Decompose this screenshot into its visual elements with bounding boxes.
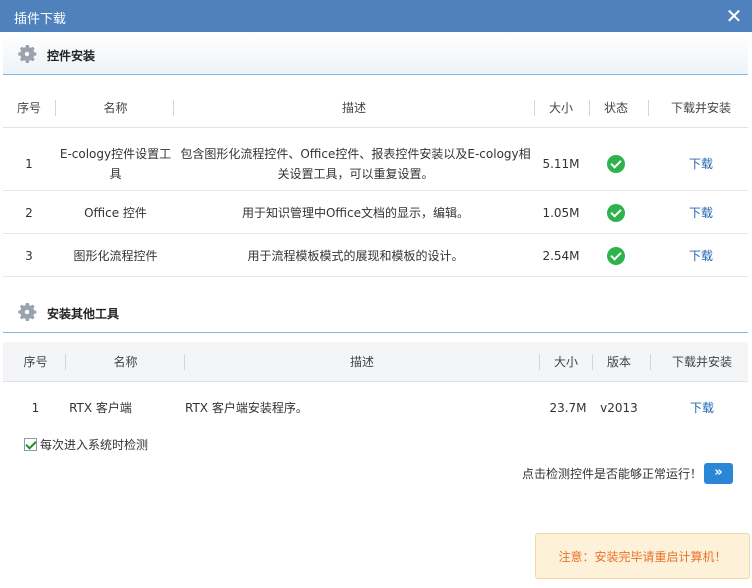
download-link[interactable]: 下载 [651,192,751,234]
auto-detect-label: 每次进入系统时检测 [40,438,149,452]
col-no: 序号 [16,101,41,115]
table-row: 3 图形化流程控件 用于流程模板模式的展现和模板的设计。 2.54M 下载 [3,235,748,277]
window-title: 插件下载 [14,12,67,27]
row-name: E-cology控件设置工具 [59,147,172,181]
row-desc: RTX 客户端安装程序。 [185,401,308,415]
col-name: 名称 [103,101,128,115]
table-row: 1 E-cology控件设置工具 包含图形化流程控件、Office控件、报表控件… [3,137,748,191]
gear-icon [18,45,37,63]
download-link[interactable]: 下载 [651,235,751,277]
col-version: 版本 [606,355,631,369]
table-row: 2 Office 控件 用于知识管理中Office文档的显示，编辑。 1.05M… [3,192,748,234]
table-header: 序号 名称 描述 大小 状态 下载并安装 [3,88,748,128]
table-row: 1 RTX 客户端 RTX 客户端安装程序。 23.7M v2013 下载 [3,388,748,428]
row-size: 2.54M [542,249,580,263]
section-tools-header: 安装其他工具 [3,291,748,333]
col-no: 序号 [23,355,48,369]
row-size: 1.05M [542,206,580,220]
section-controls-title: 控件安装 [47,49,96,63]
row-size: 23.7M [549,401,587,415]
row-no: 1 [25,157,33,171]
section-controls-header: 控件安装 [3,33,748,75]
status-ok-icon [591,137,641,191]
row-name: RTX 客户端 [69,401,132,415]
section-tools-title: 安装其他工具 [47,307,120,321]
row-no: 1 [31,401,40,415]
detect-button[interactable]: » [704,463,733,484]
row-version: v2013 [600,401,638,415]
row-name: Office 控件 [84,206,147,220]
download-link[interactable]: 下载 [651,137,751,191]
row-desc: 包含图形化流程控件、Office控件、报表控件安装以及E-cology相关设置工… [180,147,531,181]
col-name: 名称 [113,355,138,369]
col-size: 大小 [548,101,573,115]
status-ok-icon [591,192,641,234]
status-ok-icon [591,235,641,277]
col-status: 状态 [603,101,628,115]
download-link[interactable]: 下载 [653,388,751,428]
row-desc: 用于流程模板模式的展现和模板的设计。 [247,249,464,263]
row-name: 图形化流程控件 [73,249,158,263]
restart-notice: 注意：安装完毕请重启计算机！ [535,533,750,579]
auto-detect-option[interactable]: 每次进入系统时检测 [24,436,148,453]
col-desc: 描述 [341,101,366,115]
gear-icon [18,303,37,321]
window-titlebar: 插件下载 ✕ [0,0,752,32]
row-no: 2 [25,206,33,220]
auto-detect-checkbox[interactable] [24,438,37,451]
row-size: 5.11M [542,157,580,171]
detect-prompt: 点击检测控件是否能够正常运行！ [522,467,703,481]
close-icon[interactable]: ✕ [724,6,744,26]
row-desc: 用于知识管理中Office文档的显示，编辑。 [241,206,470,220]
col-action: 下载并安装 [671,355,732,369]
col-desc: 描述 [349,355,374,369]
row-no: 3 [25,249,33,263]
table-header: 序号 名称 描述 大小 版本 下载并安装 [3,342,748,382]
col-action: 下载并安装 [670,101,731,115]
col-size: 大小 [553,355,578,369]
